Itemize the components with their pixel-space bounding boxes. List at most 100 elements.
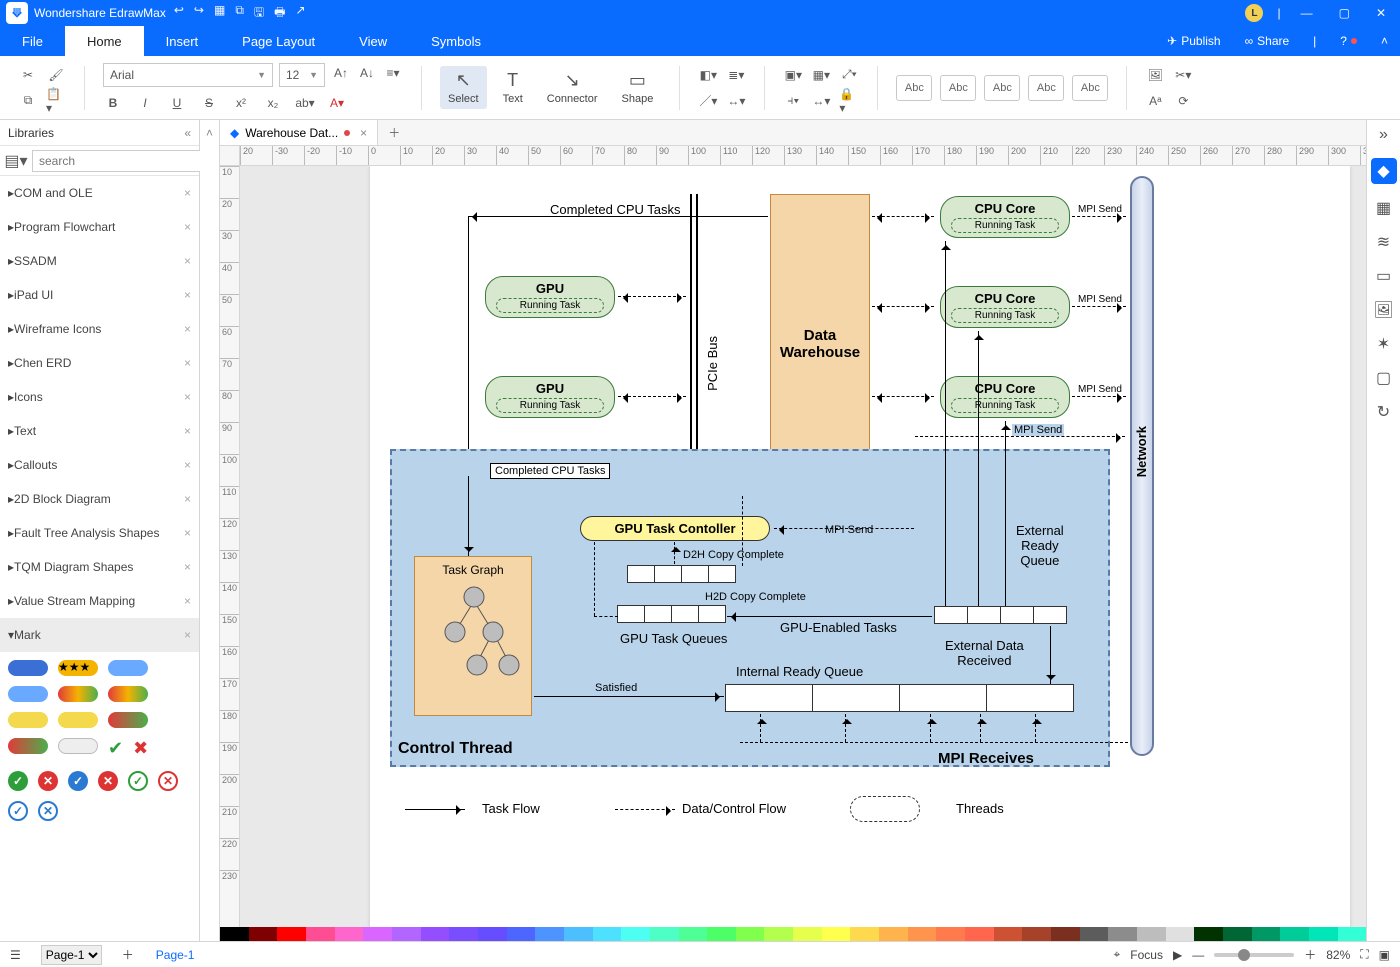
color-swatch[interactable]: [1194, 927, 1223, 941]
crop-icon[interactable]: ✂▾: [1173, 65, 1193, 85]
line-icon[interactable]: ／▾: [698, 91, 718, 111]
close-tab-icon[interactable]: ×: [360, 126, 367, 140]
new-tab-button[interactable]: ＋: [378, 124, 410, 141]
italic-icon[interactable]: I: [135, 93, 155, 113]
format-painter-icon[interactable]: 🖌: [46, 65, 66, 85]
color-swatch[interactable]: [1223, 927, 1252, 941]
color-swatch[interactable]: [764, 927, 793, 941]
fill-icon[interactable]: ◧▾: [698, 65, 718, 85]
color-swatch[interactable]: [650, 927, 679, 941]
mark-swatch[interactable]: [8, 660, 48, 676]
color-swatch[interactable]: [908, 927, 937, 941]
x-circle-icon[interactable]: ✕: [98, 771, 118, 791]
text-tool[interactable]: TText: [495, 66, 531, 109]
focus-icon[interactable]: ⌖: [1114, 947, 1121, 962]
grow-font-icon[interactable]: A↑: [331, 63, 351, 83]
share-button[interactable]: ∞ Share: [1233, 26, 1302, 56]
image-icon[interactable]: 🖼: [1373, 300, 1393, 320]
align-obj-icon[interactable]: ⫞▾: [783, 91, 803, 111]
color-swatch[interactable]: [994, 927, 1023, 941]
color-swatch[interactable]: [306, 927, 335, 941]
close-icon[interactable]: ×: [184, 492, 191, 506]
fontsize-combo[interactable]: 12▼: [279, 63, 325, 87]
lib-item[interactable]: ▸ SSADM×: [0, 244, 199, 278]
lib-item[interactable]: ▸ Fault Tree Analysis Shapes×: [0, 516, 199, 550]
save-icon[interactable]: 🖫: [254, 3, 264, 24]
color-swatch[interactable]: [793, 927, 822, 941]
page-list-icon[interactable]: ☰: [0, 948, 31, 962]
tab-insert[interactable]: Insert: [144, 26, 221, 56]
cpu-core-node[interactable]: CPU CoreRunning Task: [940, 286, 1070, 328]
x-icon[interactable]: ✖: [133, 738, 148, 759]
connector-tool[interactable]: ↘Connector: [539, 66, 606, 109]
zoom-in-button[interactable]: ＋: [1304, 946, 1316, 963]
mark-swatch[interactable]: [108, 712, 148, 728]
color-swatch[interactable]: [1252, 927, 1281, 941]
color-swatch[interactable]: [335, 927, 364, 941]
highlight-icon[interactable]: ab▾: [295, 93, 315, 113]
mark-swatch[interactable]: [8, 712, 48, 728]
underline-icon[interactable]: U: [167, 93, 187, 113]
color-swatch[interactable]: [593, 927, 622, 941]
cpu-core-node[interactable]: CPU CoreRunning Task: [940, 196, 1070, 238]
export-icon[interactable]: ↗: [295, 3, 305, 24]
check-circle-icon[interactable]: ✓: [8, 801, 28, 821]
replace-icon[interactable]: ⟳: [1173, 91, 1193, 111]
size-icon[interactable]: ⤢▾: [839, 65, 859, 85]
close-icon[interactable]: ×: [184, 220, 191, 234]
new-icon[interactable]: ▦: [214, 3, 225, 24]
tab-view[interactable]: View: [337, 26, 409, 56]
close-icon[interactable]: ×: [184, 288, 191, 302]
close-icon[interactable]: ×: [184, 628, 191, 642]
color-swatch[interactable]: [621, 927, 650, 941]
align-icon[interactable]: ≡▾: [383, 63, 403, 83]
close-icon[interactable]: ×: [184, 322, 191, 336]
lib-item[interactable]: ▸ Text×: [0, 414, 199, 448]
style-chip-5[interactable]: Abc: [1072, 75, 1108, 101]
scroll-up-icon[interactable]: ˄: [206, 126, 213, 140]
font-case-icon[interactable]: Aᵃ: [1145, 91, 1165, 111]
check-circle-icon[interactable]: ✓: [68, 771, 88, 791]
mark-swatch[interactable]: [108, 660, 148, 676]
close-icon[interactable]: ×: [184, 186, 191, 200]
help-button[interactable]: ?: [1328, 26, 1369, 56]
color-swatch[interactable]: [1108, 927, 1137, 941]
color-swatch[interactable]: [879, 927, 908, 941]
external-ready-queue[interactable]: [935, 606, 1067, 624]
queue-d2h[interactable]: [628, 565, 736, 583]
layers-icon[interactable]: ≋: [1377, 232, 1390, 252]
print-icon[interactable]: 🖶: [274, 3, 285, 24]
close-icon[interactable]: ×: [184, 560, 191, 574]
image-icon[interactable]: 🖼: [1145, 65, 1165, 85]
x-circle-icon[interactable]: ✕: [158, 771, 178, 791]
color-swatch[interactable]: [736, 927, 765, 941]
lib-item[interactable]: ▸ Icons×: [0, 380, 199, 414]
lib-item-mark[interactable]: ▾ Mark×: [0, 618, 199, 652]
color-swatch[interactable]: [965, 927, 994, 941]
page[interactable]: Data Warehouse GPURunning Task GPURunnin…: [370, 166, 1350, 927]
user-avatar[interactable]: L: [1245, 4, 1263, 22]
shrink-font-icon[interactable]: A↓: [357, 63, 377, 83]
collapse-panel-icon[interactable]: «: [184, 126, 191, 140]
paste-icon[interactable]: 📋▾: [46, 91, 66, 111]
mark-swatch[interactable]: [58, 686, 98, 702]
color-swatch[interactable]: [707, 927, 736, 941]
gpu-node[interactable]: GPURunning Task: [485, 276, 615, 318]
close-icon[interactable]: ×: [184, 458, 191, 472]
close-icon[interactable]: ×: [184, 526, 191, 540]
tab-home[interactable]: Home: [65, 26, 144, 56]
collapse-ribbon-button[interactable]: ˄: [1369, 26, 1400, 56]
style-chip-4[interactable]: Abc: [1028, 75, 1064, 101]
mark-swatch[interactable]: [8, 686, 48, 702]
maximize-button[interactable]: ▢: [1333, 6, 1356, 20]
shape-tool[interactable]: ▭Shape: [614, 66, 662, 109]
internal-ready-queue[interactable]: [726, 684, 1074, 712]
color-swatch[interactable]: [277, 927, 306, 941]
color-swatch[interactable]: [449, 927, 478, 941]
subscript-icon[interactable]: x₂: [263, 93, 283, 113]
lib-item[interactable]: ▸ Value Stream Mapping×: [0, 584, 199, 618]
color-swatch[interactable]: [478, 927, 507, 941]
check-icon[interactable]: ✔: [108, 738, 123, 759]
fullscreen-icon[interactable]: ▣: [1379, 948, 1390, 962]
page-icon[interactable]: ▭: [1376, 266, 1391, 286]
